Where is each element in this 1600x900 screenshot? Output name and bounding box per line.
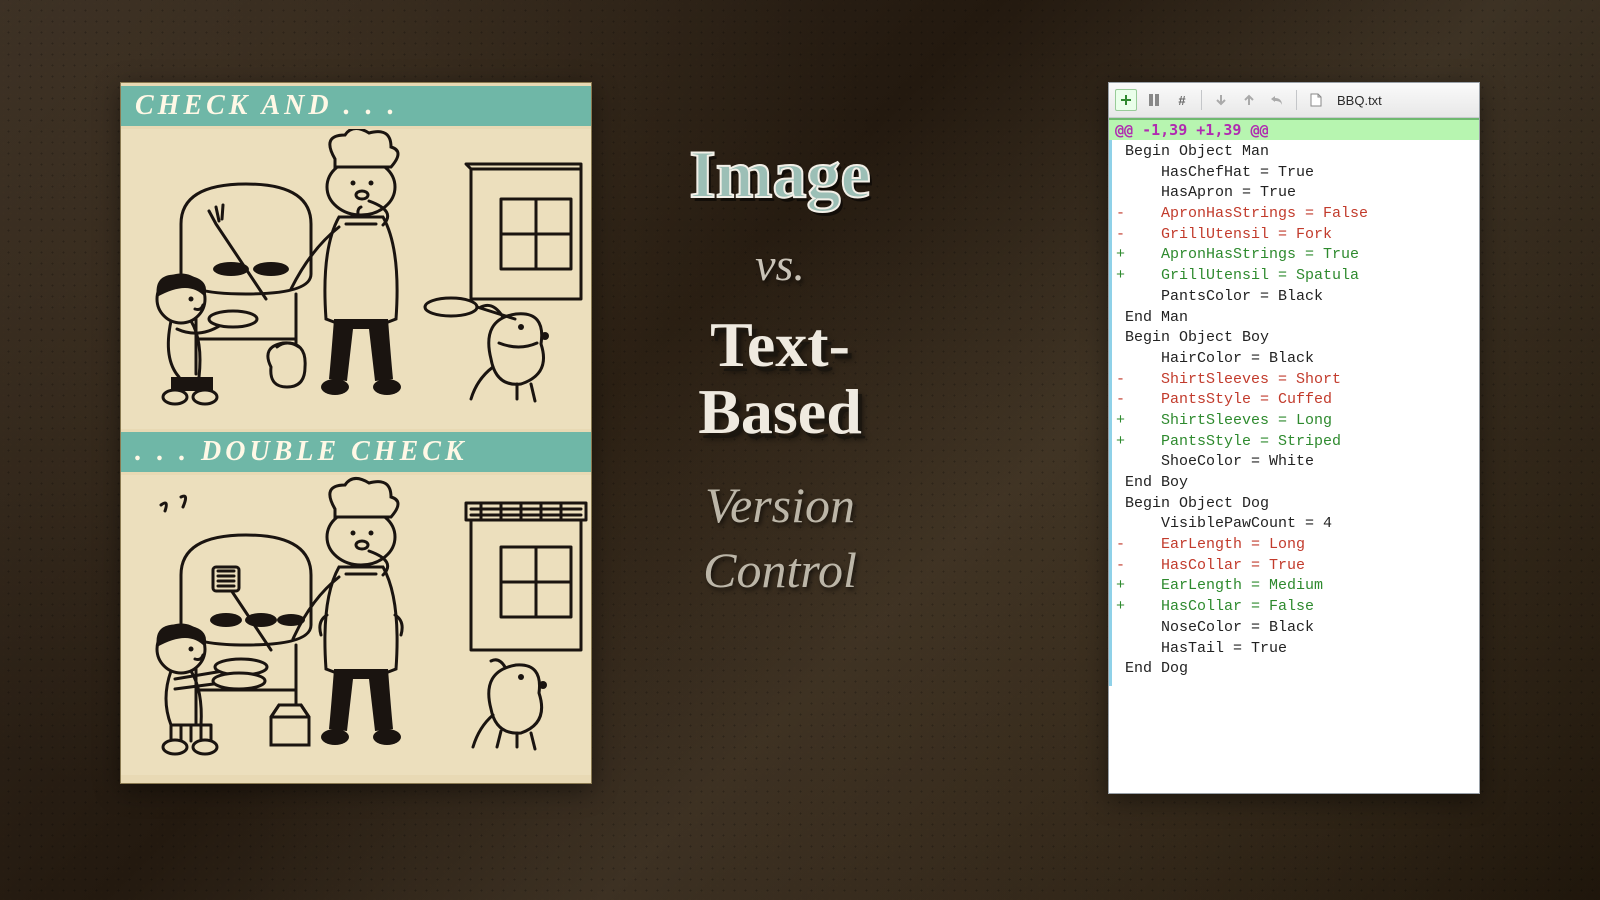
diff-line: - HasCollar = True	[1112, 556, 1479, 577]
diff-line: + ShirtSleeves = Long	[1112, 411, 1479, 432]
diff-line: ShoeColor = White	[1112, 452, 1479, 473]
diff-line: HasApron = True	[1112, 183, 1479, 204]
diff-line: HasTail = True	[1112, 639, 1479, 660]
diff-line: HasChefHat = True	[1112, 163, 1479, 184]
diff-line: Begin Object Man	[1112, 142, 1479, 163]
diff-line: + HasCollar = False	[1112, 597, 1479, 618]
title-text-based: Text-Based	[630, 311, 930, 445]
file-icon	[1305, 89, 1327, 111]
diff-line: + PantsStyle = Striped	[1112, 432, 1479, 453]
diff-filename: BBQ.txt	[1337, 93, 1382, 108]
title-image: Image	[630, 140, 930, 208]
diff-line: HairColor = Black	[1112, 349, 1479, 370]
diff-code: Begin Object Man HasChefHat = True HasAp…	[1109, 140, 1479, 686]
diff-window: # BBQ.txt @@ -1,39 +1,39 @@ Begin Object…	[1108, 82, 1480, 794]
diff-line: - GrillUtensil = Fork	[1112, 225, 1479, 246]
slide-title-block: Image vs. Text-Based VersionControl	[630, 120, 930, 603]
diff-line: - EarLength = Long	[1112, 535, 1479, 556]
arrow-up-icon[interactable]	[1238, 89, 1260, 111]
arrow-down-icon[interactable]	[1210, 89, 1232, 111]
diff-line: + EarLength = Medium	[1112, 576, 1479, 597]
diff-line: Begin Object Dog	[1112, 494, 1479, 515]
add-icon[interactable]	[1115, 89, 1137, 111]
diff-body: @@ -1,39 +1,39 @@ Begin Object Man HasCh…	[1109, 118, 1479, 796]
comic-panel-2	[121, 475, 591, 775]
diff-line: + GrillUtensil = Spatula	[1112, 266, 1479, 287]
comic-band-bottom: . . . DOUBLE CHECK	[121, 429, 591, 475]
comic-strip: CHECK AND . . .	[120, 82, 592, 784]
comic-panel-1	[121, 129, 591, 429]
title-vs: vs.	[630, 238, 930, 291]
diff-line: End Man	[1112, 308, 1479, 329]
diff-line: Begin Object Boy	[1112, 328, 1479, 349]
diff-toolbar: # BBQ.txt	[1109, 83, 1479, 118]
diff-line: PantsColor = Black	[1112, 287, 1479, 308]
diff-line: - ShirtSleeves = Short	[1112, 370, 1479, 391]
diff-hunk-header: @@ -1,39 +1,39 @@	[1109, 120, 1479, 140]
diff-line: - ApronHasStrings = False	[1112, 204, 1479, 225]
hash-icon[interactable]: #	[1171, 89, 1193, 111]
diff-line: NoseColor = Black	[1112, 618, 1479, 639]
diff-line: + ApronHasStrings = True	[1112, 245, 1479, 266]
toolbar-separator	[1201, 90, 1202, 110]
toolbar-separator	[1296, 90, 1297, 110]
title-version-control: VersionControl	[630, 473, 930, 603]
undo-icon[interactable]	[1266, 89, 1288, 111]
diff-line: VisiblePawCount = 4	[1112, 514, 1479, 535]
diff-line: - PantsStyle = Cuffed	[1112, 390, 1479, 411]
column-icon[interactable]	[1143, 89, 1165, 111]
comic-band-top: CHECK AND . . .	[121, 83, 591, 129]
diff-line: End Boy	[1112, 473, 1479, 494]
diff-line: End Dog	[1112, 659, 1479, 680]
